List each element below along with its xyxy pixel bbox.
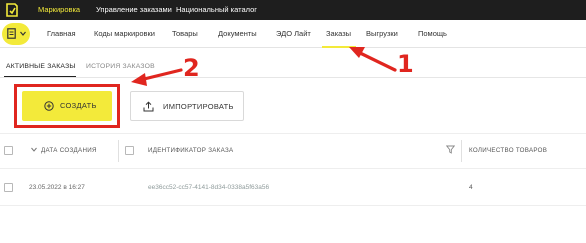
tab-active-orders[interactable]: АКТИВНЫЕ ЗАКАЗЫ — [6, 62, 76, 72]
nav-item-help[interactable]: Помощь — [418, 29, 447, 39]
annotation-number-1: 1 — [397, 50, 414, 78]
table-top-border — [0, 133, 586, 134]
upload-icon — [143, 101, 154, 112]
top-tab-order-management[interactable]: Управление заказами — [96, 4, 172, 16]
import-button-label: ИМПОРТИРОВАТЬ — [163, 102, 234, 111]
annotation-highlight-box — [14, 84, 120, 128]
table-cell-date: 23.05.2022 в 16:27 — [29, 184, 85, 191]
annotation-number-2: 2 — [183, 54, 200, 82]
row-checkbox[interactable] — [4, 183, 13, 192]
nav-item-documents[interactable]: Документы — [218, 29, 257, 39]
table-cell-order-id[interactable]: ee36cc52-cc57-4141-8d34-0338a5f63a56 — [148, 183, 269, 192]
nav-item-marking-codes[interactable]: Коды маркировки — [94, 29, 155, 39]
nav-active-indicator — [322, 46, 356, 48]
column-divider — [118, 140, 119, 162]
select-all-checkbox[interactable] — [4, 146, 13, 155]
nav-item-edo-lite[interactable]: ЭДО Лайт — [276, 29, 311, 39]
column-checkbox[interactable] — [125, 146, 134, 155]
column-header-quantity[interactable]: КОЛИЧЕСТВО ТОВАРОВ — [469, 146, 547, 155]
tab-order-history[interactable]: ИСТОРИЯ ЗАКАЗОВ — [86, 62, 155, 72]
column-header-order-id[interactable]: ИДЕНТИФИКАТОР ЗАКАЗА — [148, 146, 233, 155]
nav-item-orders[interactable]: Заказы — [326, 29, 351, 39]
table-cell-quantity: 4 — [469, 184, 473, 191]
annotation-arrow-1 — [349, 47, 397, 72]
chevron-down-icon — [20, 31, 26, 36]
table-row-border — [0, 205, 586, 206]
product-menu-button[interactable] — [2, 23, 30, 45]
column-divider — [461, 140, 462, 162]
sort-down-icon[interactable] — [31, 147, 37, 152]
annotation-arrow-2 — [131, 68, 183, 86]
top-tab-markirovka[interactable]: Маркировка — [38, 4, 80, 16]
top-bar: Маркировка Управление заказами Националь… — [0, 0, 586, 20]
table-header-border — [0, 168, 586, 169]
nav-item-home[interactable]: Главная — [47, 29, 76, 39]
import-button[interactable]: ИМПОРТИРОВАТЬ — [130, 91, 244, 121]
document-icon — [7, 28, 16, 39]
nav-item-products[interactable]: Товары — [172, 29, 198, 39]
logo-icon[interactable] — [4, 2, 20, 18]
column-header-date[interactable]: ДАТА СОЗДАНИЯ — [41, 146, 97, 155]
filter-icon[interactable] — [446, 145, 455, 154]
top-tab-national-catalog[interactable]: Национальный каталог — [176, 4, 257, 16]
tabs-divider — [0, 77, 586, 78]
nav-item-exports[interactable]: Выгрузки — [366, 29, 398, 39]
